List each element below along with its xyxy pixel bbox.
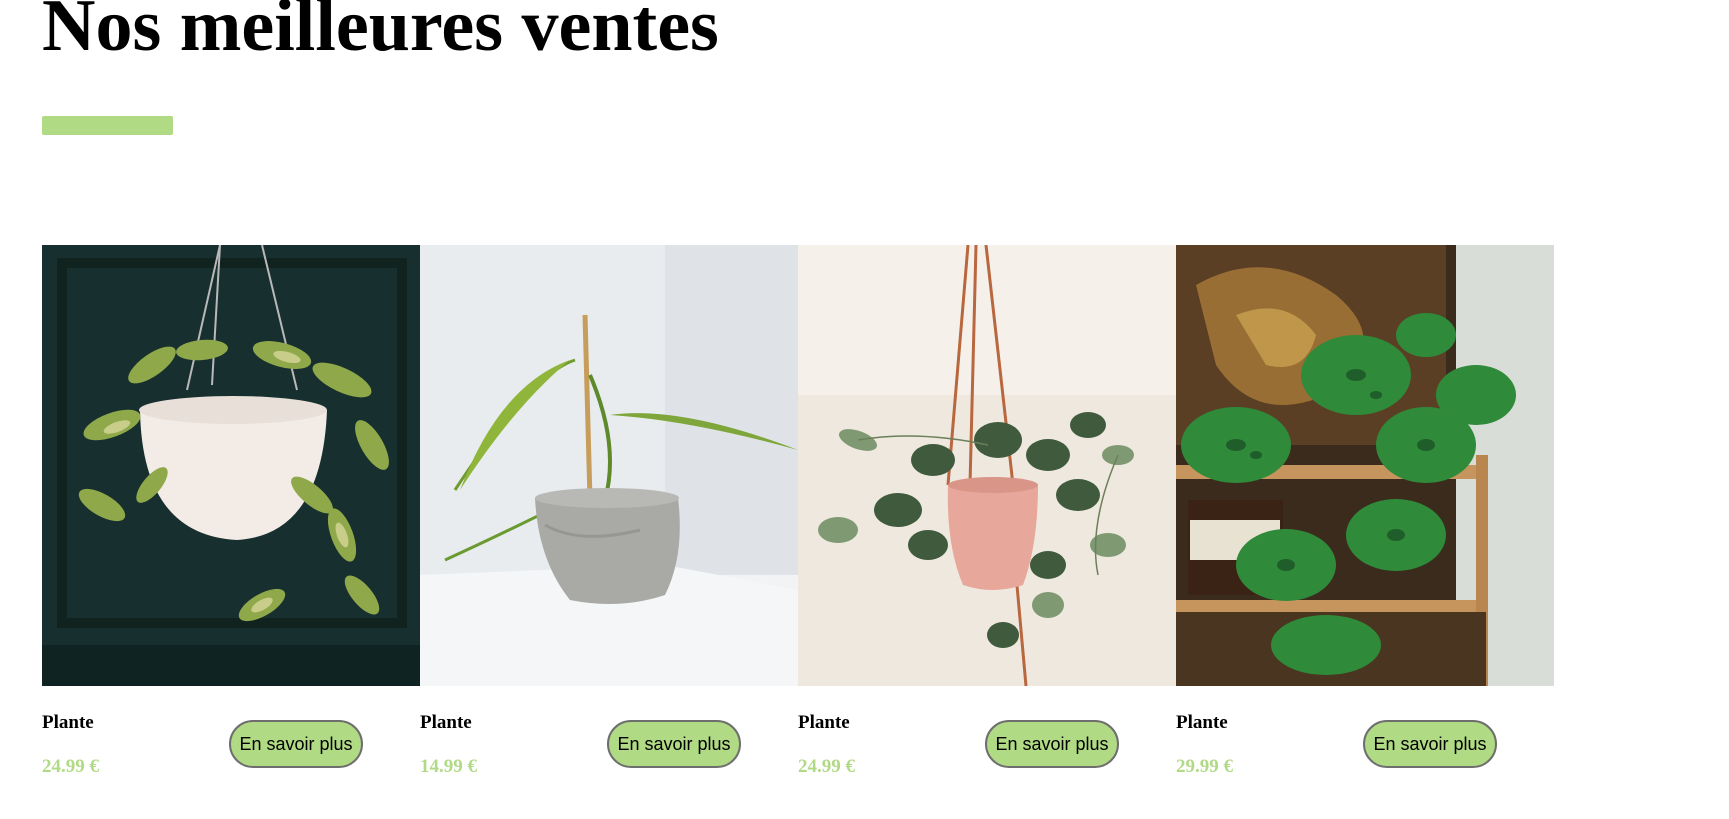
potted-plant-gray-pot-photo[interactable] xyxy=(420,245,798,686)
product-name: Plante xyxy=(42,712,94,733)
product-name: Plante xyxy=(420,712,472,733)
product-price: 29.99 € xyxy=(1176,756,1233,777)
product-name: Plante xyxy=(1176,712,1228,733)
product-name: Plante xyxy=(798,712,850,733)
hanging-hoya-white-pot-photo[interactable] xyxy=(42,245,420,686)
product-card: Plante 14.99 € En savoir plus xyxy=(420,245,798,795)
learn-more-button[interactable]: En savoir plus xyxy=(1363,720,1497,768)
product-price: 24.99 € xyxy=(798,756,855,777)
learn-more-button[interactable]: En savoir plus xyxy=(229,720,363,768)
best-sellers-section: Nos meilleures ventes Plante 24.99 € En … xyxy=(0,0,1729,819)
learn-more-button[interactable]: En savoir plus xyxy=(607,720,741,768)
page-title: Nos meilleures ventes xyxy=(42,0,719,67)
product-price: 14.99 € xyxy=(420,756,477,777)
product-card: Plante 24.99 € En savoir plus xyxy=(798,245,1176,795)
product-card: Plante 24.99 € En savoir plus xyxy=(42,245,420,795)
product-card: Plante 29.99 € En savoir plus xyxy=(1176,245,1554,795)
hanging-pothos-pink-pot-photo[interactable] xyxy=(798,245,1176,686)
product-price: 24.99 € xyxy=(42,756,99,777)
product-list: Plante 24.99 € En savoir plus Plante 14.… xyxy=(42,245,1554,795)
monstera-on-shelf-photo[interactable] xyxy=(1176,245,1554,686)
learn-more-button[interactable]: En savoir plus xyxy=(985,720,1119,768)
title-underline xyxy=(42,116,173,135)
